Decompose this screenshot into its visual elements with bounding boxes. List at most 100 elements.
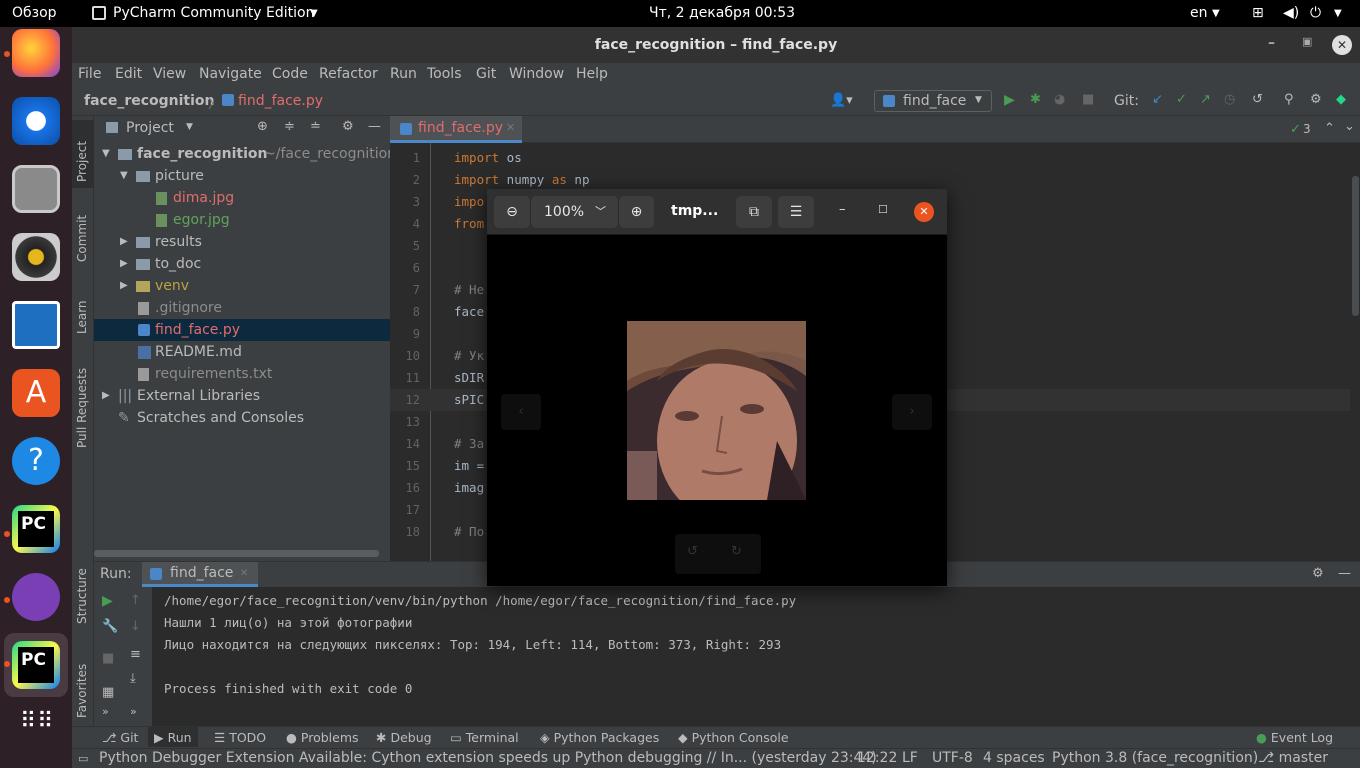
- rerun-icon[interactable]: ▶: [102, 593, 113, 609]
- plugin-icon[interactable]: ◆: [1336, 92, 1346, 107]
- files-icon[interactable]: [12, 165, 60, 213]
- help-icon[interactable]: ?: [12, 437, 60, 485]
- menu-view[interactable]: View: [153, 66, 186, 82]
- status-message[interactable]: Python Debugger Extension Available: Cyt…: [99, 750, 877, 766]
- gear-icon[interactable]: ⚙: [342, 119, 354, 134]
- power-icon[interactable]: ⏻: [1310, 5, 1321, 21]
- close-button[interactable]: ✕: [914, 202, 934, 222]
- tool-tab-problems[interactable]: ● Problems: [286, 730, 359, 745]
- more-icon[interactable]: »: [130, 705, 137, 718]
- tool-tab-todo[interactable]: ☰ TODO: [214, 730, 266, 745]
- tool-tab-git[interactable]: ⎇ Git: [102, 730, 138, 745]
- favorites-tool-tab[interactable]: Favorites: [72, 640, 94, 720]
- project-panel-title[interactable]: Project: [126, 120, 174, 136]
- minimize-button[interactable]: –: [839, 202, 846, 217]
- zoom-level-dropdown[interactable]: 100% ﹀: [530, 196, 618, 228]
- maximize-button[interactable]: ☐: [878, 203, 888, 216]
- tree-item-requirements[interactable]: requirements.txt: [94, 363, 390, 385]
- next-highlight-icon[interactable]: ⌄: [1344, 119, 1355, 134]
- code-line[interactable]: 2 import numpy as np: [390, 169, 1350, 191]
- tool-tab-python-console[interactable]: ◆ Python Console: [678, 730, 789, 745]
- zoom-out-button[interactable]: ⊖: [494, 196, 530, 228]
- git-update-icon[interactable]: ↙: [1152, 92, 1163, 107]
- tree-item-venv[interactable]: ▶ venv: [94, 275, 390, 297]
- rotate-right-icon[interactable]: ↻: [731, 544, 742, 559]
- file-encoding[interactable]: UTF-8: [932, 750, 973, 766]
- prev-highlight-icon[interactable]: ⌃: [1324, 121, 1335, 136]
- soft-wrap-icon[interactable]: ≡: [130, 647, 141, 662]
- hamburger-menu-icon[interactable]: ☰: [778, 196, 814, 228]
- menu-help[interactable]: Help: [576, 66, 608, 82]
- language-indicator[interactable]: en: [1190, 5, 1208, 21]
- debug-icon[interactable]: ✱: [1030, 92, 1041, 107]
- coverage-icon[interactable]: ◕: [1054, 92, 1065, 107]
- activities-button[interactable]: Обзор: [12, 5, 57, 21]
- tree-item-egor[interactable]: egor.jpg: [94, 209, 390, 231]
- expand-all-icon[interactable]: ≑: [284, 119, 295, 134]
- collapse-all-icon[interactable]: ≐: [310, 119, 321, 134]
- up-icon[interactable]: ↑: [130, 593, 141, 608]
- previous-image-button[interactable]: ‹: [501, 394, 541, 430]
- next-image-button[interactable]: ›: [892, 394, 932, 430]
- gear-icon[interactable]: ⚙: [1312, 566, 1324, 581]
- app-menu-button[interactable]: PyCharm Community Edition: [113, 5, 314, 21]
- search-icon[interactable]: ⚲: [1284, 92, 1294, 107]
- event-log[interactable]: ● Event Log: [1256, 730, 1333, 745]
- minimize-button[interactable]: –: [1268, 35, 1275, 51]
- gallery-button[interactable]: ⧉: [736, 196, 772, 228]
- menu-file[interactable]: File: [78, 66, 101, 82]
- user-icon[interactable]: 👤▾: [830, 93, 853, 108]
- project-tool-tab[interactable]: Project: [72, 120, 94, 188]
- menu-git[interactable]: Git: [476, 66, 496, 82]
- zoom-in-button[interactable]: ⊕: [618, 196, 654, 228]
- rollback-icon[interactable]: ↺: [1252, 92, 1263, 107]
- git-push-icon[interactable]: ↗: [1200, 92, 1211, 107]
- wrench-icon[interactable]: 🔧: [102, 619, 118, 634]
- writer-icon[interactable]: [12, 301, 60, 349]
- run-console[interactable]: /home/egor/face_recognition/venv/bin/pyt…: [94, 587, 1360, 726]
- learn-tool-tab[interactable]: Learn: [72, 282, 94, 338]
- pycharm-icon[interactable]: PC: [12, 505, 60, 553]
- tree-item-readme[interactable]: README.md: [94, 341, 390, 363]
- run-icon[interactable]: ▶: [1004, 92, 1015, 108]
- menu-code[interactable]: Code: [272, 66, 308, 82]
- run-config-selector[interactable]: find_face ▼: [874, 90, 992, 112]
- chevron-down-icon[interactable]: ▼: [186, 122, 193, 132]
- tree-item-project-root[interactable]: ▼ face_recognition ~/face_recognition: [94, 143, 390, 165]
- tree-item-dima[interactable]: dima.jpg: [94, 187, 390, 209]
- tree-item-find-face[interactable]: find_face.py: [94, 319, 390, 341]
- caret-position[interactable]: 12:22: [857, 750, 897, 766]
- tree-item-picture[interactable]: ▼ picture: [94, 165, 390, 187]
- code-line[interactable]: 1 import os: [390, 147, 1350, 169]
- git-history-icon[interactable]: ◷: [1224, 92, 1235, 107]
- close-tab-icon[interactable]: ✕: [240, 568, 248, 579]
- run-tab-find-face[interactable]: find_face ✕: [142, 562, 258, 587]
- close-tab-icon[interactable]: ✕: [506, 121, 515, 134]
- rotate-left-icon[interactable]: ↺: [687, 544, 698, 559]
- show-apps-grid-icon[interactable]: ⠿⠿: [20, 711, 53, 749]
- pycharm-ce-icon[interactable]: PC: [12, 641, 60, 689]
- git-branch[interactable]: ⎇ master: [1258, 750, 1328, 766]
- tab-find-face[interactable]: find_face.py ✕: [390, 116, 522, 143]
- tool-tab-debug[interactable]: ✱ Debug: [376, 730, 432, 745]
- stop-icon[interactable]: ■: [1082, 92, 1094, 107]
- tool-tab-terminal[interactable]: ▭ Terminal: [450, 730, 519, 745]
- stop-icon[interactable]: ■: [102, 651, 114, 666]
- git-commit-icon[interactable]: ✓: [1176, 92, 1187, 107]
- scroll-to-end-icon[interactable]: ⤓: [130, 671, 136, 686]
- github-desktop-icon[interactable]: [12, 573, 60, 621]
- network-icon[interactable]: ⊞: [1252, 5, 1264, 21]
- settings-icon[interactable]: ⚙: [1310, 92, 1322, 107]
- menu-navigate[interactable]: Navigate: [199, 66, 262, 82]
- menu-edit[interactable]: Edit: [115, 66, 142, 82]
- hide-icon[interactable]: —: [1338, 566, 1351, 581]
- line-separator[interactable]: LF: [902, 750, 918, 766]
- tool-tab-run[interactable]: ▶ Run: [148, 727, 198, 747]
- menu-run[interactable]: Run: [390, 66, 417, 82]
- structure-tool-tab[interactable]: Structure: [72, 546, 94, 626]
- horizontal-scrollbar[interactable]: [94, 550, 379, 557]
- inspection-ok-icon[interactable]: ✓: [1290, 122, 1301, 137]
- tool-tab-python-packages[interactable]: ◈ Python Packages: [540, 730, 659, 745]
- breadcrumb-file[interactable]: find_face.py: [238, 93, 323, 109]
- menu-window[interactable]: Window: [509, 66, 564, 82]
